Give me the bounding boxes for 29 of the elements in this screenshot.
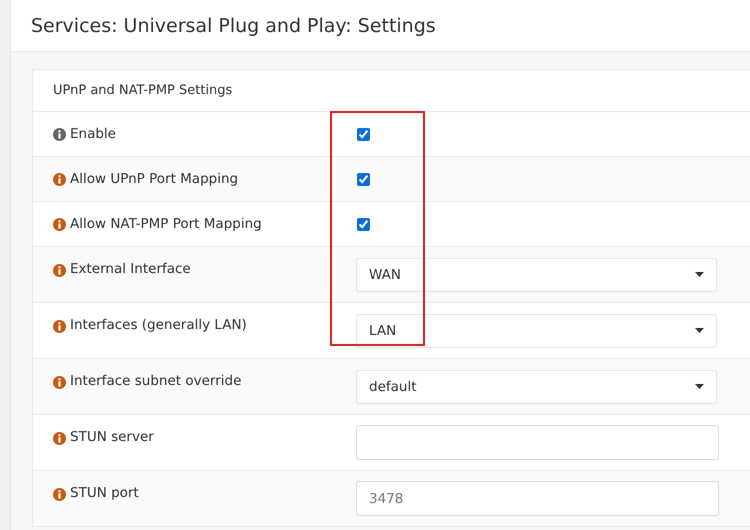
page-title: Services: Universal Plug and Play: Settings [31, 14, 436, 36]
input-field[interactable] [356, 425, 719, 460]
checkbox[interactable] [357, 172, 370, 186]
field-label: Allow NAT-PMP Port Mapping [70, 216, 262, 232]
input-field[interactable]: 3478 [356, 481, 719, 516]
caret-icon [695, 328, 704, 333]
info-icon[interactable] [53, 376, 66, 389]
caret-icon [695, 272, 704, 277]
select-dropdown[interactable]: WAN [356, 258, 717, 292]
info-icon[interactable] [53, 432, 66, 445]
select-dropdown[interactable]: LAN [356, 314, 717, 348]
info-icon[interactable] [53, 128, 66, 140]
field-label: Interfaces (generally LAN) [70, 317, 247, 333]
checkbox[interactable] [357, 128, 370, 140]
info-icon[interactable] [53, 264, 66, 277]
section-title: UPnP and NAT-PMP Settings [53, 83, 232, 98]
field-label: Interface subnet override [70, 373, 242, 389]
info-icon[interactable] [53, 218, 66, 230]
info-icon[interactable] [53, 320, 66, 333]
field-label: External Interface [70, 261, 191, 277]
info-icon[interactable] [53, 488, 66, 501]
info-icon[interactable] [53, 172, 66, 186]
select-dropdown[interactable]: default [356, 370, 717, 404]
field-label: Enable [70, 126, 116, 142]
field-label: STUN port [70, 485, 139, 501]
field-label: STUN server [70, 429, 154, 445]
field-label: Allow UPnP Port Mapping [70, 171, 238, 187]
caret-icon [695, 384, 704, 389]
checkbox[interactable] [357, 218, 370, 230]
